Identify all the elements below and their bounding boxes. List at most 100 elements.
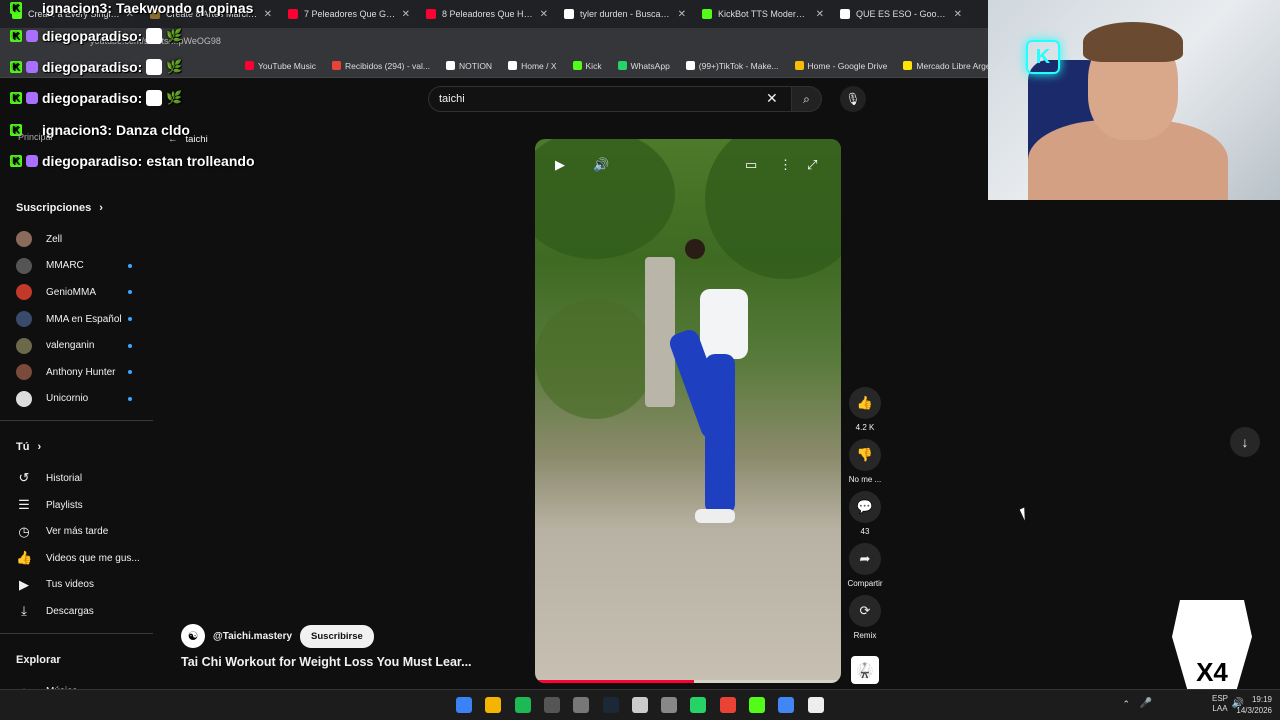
- browser-tab[interactable]: KickBot TTS Moderation ✕: [694, 0, 832, 28]
- like-button[interactable]: 👍 4.2 K: [846, 387, 884, 432]
- channel-avatar[interactable]: ☯: [181, 624, 205, 648]
- captions-icon[interactable]: ▭: [745, 157, 757, 173]
- taskbar-app-icon[interactable]: [514, 697, 531, 713]
- dislike-button[interactable]: 👎 No me ...: [846, 439, 884, 484]
- subscribe-button[interactable]: Suscribirse: [300, 624, 374, 648]
- system-clock[interactable]: 19:19 14/3/2026: [1236, 694, 1272, 716]
- kick-badge-icon: K: [10, 92, 22, 104]
- channel-avatar: [16, 284, 32, 301]
- taskbar-app-icon[interactable]: [602, 697, 619, 713]
- taskbar-app-icon[interactable]: [573, 697, 590, 713]
- bookmark-item[interactable]: NOTION: [446, 61, 492, 71]
- language-indicator[interactable]: ESP LAA: [1212, 694, 1228, 714]
- close-tab-icon[interactable]: ✕: [678, 9, 686, 20]
- sidebar-item[interactable]: 👍 Videos que me gus...: [0, 545, 153, 572]
- close-tab-icon[interactable]: ✕: [816, 9, 824, 20]
- sidebar-item[interactable]: ↺ Historial: [0, 465, 153, 492]
- close-tab-icon[interactable]: ✕: [264, 9, 272, 20]
- sidebar-item-label: Videos que me gus...: [46, 552, 140, 564]
- taskbar-app-icon[interactable]: [807, 697, 824, 713]
- taskbar-app-icon[interactable]: [631, 697, 648, 713]
- channel-name[interactable]: @Taichi.mastery: [213, 631, 292, 642]
- sound-thumbnail[interactable]: 🥋: [851, 656, 879, 684]
- close-tab-icon[interactable]: ✕: [402, 9, 410, 20]
- browser-tab[interactable]: QUE ES ESO - Google Se... ✕: [832, 0, 970, 28]
- tab-favicon-icon: [702, 9, 712, 19]
- search-button[interactable]: ⌕: [792, 86, 822, 112]
- taskbar-app-icon[interactable]: [543, 697, 560, 713]
- browser-tab[interactable]: 8 Peleadores Que Hablan... ✕: [418, 0, 556, 28]
- bookmark-label: Recibidos (294) - val...: [344, 60, 431, 71]
- next-video-button[interactable]: ↓: [1230, 427, 1260, 457]
- taskbar-app-icon[interactable]: [456, 697, 472, 713]
- browser-tab[interactable]: tyler durden - Buscar con... ✕: [556, 0, 694, 28]
- emote-icon: [146, 28, 163, 44]
- shorts-video-player[interactable]: ▶ 🔊 ▭ ⋮ ⤢: [535, 139, 841, 683]
- tray-chevron-icon[interactable]: ⌃: [1122, 699, 1130, 710]
- download-icon: ⤓: [21, 603, 27, 619]
- sidebar-subscription-item[interactable]: GenioMMA: [0, 279, 153, 306]
- nav-principal[interactable]: Principal: [18, 132, 53, 142]
- video-icon: ▶: [19, 576, 29, 592]
- search-query[interactable]: taichi: [439, 93, 465, 105]
- taskbar-app-icon[interactable]: [778, 697, 795, 713]
- bookmark-icon: [508, 61, 518, 70]
- chat-username: diegoparadiso:: [42, 153, 143, 169]
- fullscreen-icon[interactable]: ⤢: [807, 157, 817, 173]
- sidebar-subscription-item[interactable]: MMA en Español: [0, 306, 153, 333]
- more-options-icon[interactable]: ⋮: [779, 157, 792, 173]
- clear-search-icon[interactable]: ✕: [766, 90, 778, 107]
- bookmark-item[interactable]: Mercado Libre Arge...: [903, 61, 998, 71]
- chat-username: diegoparadiso:: [42, 90, 143, 106]
- taskbar-app-icon[interactable]: [485, 697, 502, 713]
- bookmark-item[interactable]: (99+)TikTok - Make...: [685, 61, 779, 71]
- sidebar-item[interactable]: ▶ Tus videos: [0, 572, 153, 599]
- chat-message: Kignacion3: Taekwondo q opinas: [10, 0, 253, 16]
- sidebar-subscription-item[interactable]: Anthony Hunter: [0, 359, 153, 386]
- mic-tray-icon[interactable]: 🎤: [1140, 698, 1152, 709]
- back-to-search[interactable]: ← taichi: [168, 134, 208, 145]
- sidebar-item[interactable]: ◷ Ver más tarde: [0, 518, 153, 545]
- bookmark-item[interactable]: Home - Google Drive: [794, 61, 887, 71]
- volume-icon[interactable]: 🔊: [593, 157, 609, 173]
- you-header[interactable]: Tú ›: [0, 429, 153, 465]
- chat-username: diegoparadiso:: [42, 28, 143, 44]
- channel-avatar: [16, 337, 32, 354]
- share-button[interactable]: ➦ Compartir: [846, 543, 884, 588]
- search-input[interactable]: taichi: [428, 86, 792, 112]
- sidebar-item[interactable]: ☰ Playlists: [0, 492, 153, 519]
- voice-search-button[interactable]: 🎙: [840, 86, 866, 112]
- channel-avatar: [16, 231, 32, 248]
- subscriptions-header[interactable]: Suscripciones ›: [0, 190, 153, 226]
- back-arrow-icon[interactable]: ←: [168, 134, 178, 145]
- video-title[interactable]: Tai Chi Workout for Weight Loss You Must…: [181, 655, 481, 669]
- channel-avatar: [16, 311, 32, 328]
- bookmark-icon: [794, 61, 804, 70]
- sidebar-subscription-item[interactable]: Unicornio: [0, 386, 153, 413]
- sidebar-item-label: MMARC: [46, 260, 84, 272]
- chat-message: Kdiegoparadiso: estan trolleando: [10, 153, 255, 169]
- comments-button[interactable]: 💬 43: [846, 491, 884, 536]
- sidebar-item[interactable]: ⤓ Descargas: [0, 598, 153, 625]
- bookmark-item[interactable]: Kick: [572, 61, 602, 71]
- sidebar-subscription-item[interactable]: Zell: [0, 226, 153, 253]
- bookmark-item[interactable]: YouTube Music: [245, 61, 316, 71]
- bookmark-item[interactable]: Home / X: [508, 61, 557, 71]
- taskbar-app-icon[interactable]: [719, 697, 736, 713]
- browser-tab[interactable]: 7 Peleadores Que Ganaro... ✕: [280, 0, 418, 28]
- sidebar-subscription-item[interactable]: valenganin: [0, 332, 153, 359]
- bookmark-item[interactable]: WhatsApp: [617, 61, 670, 71]
- video-progress-fill: [535, 680, 695, 683]
- sidebar-subscription-item[interactable]: MMARC: [0, 253, 153, 280]
- taskbar-app-icon[interactable]: [749, 697, 765, 713]
- tab-title: QUE ES ESO - Google Se...: [856, 9, 948, 19]
- taskbar-app-icon[interactable]: [661, 697, 678, 713]
- taskbar-app-icon[interactable]: [690, 697, 707, 713]
- bookmark-item[interactable]: Recibidos (294) - val...: [331, 60, 431, 71]
- kick-logo: K: [1026, 40, 1060, 74]
- remix-button[interactable]: ⟳ Remix: [846, 595, 884, 640]
- play-icon[interactable]: ▶: [555, 157, 565, 173]
- sidebar-item-label: Descargas: [46, 605, 94, 617]
- close-tab-icon[interactable]: ✕: [954, 9, 962, 20]
- close-tab-icon[interactable]: ✕: [540, 9, 548, 20]
